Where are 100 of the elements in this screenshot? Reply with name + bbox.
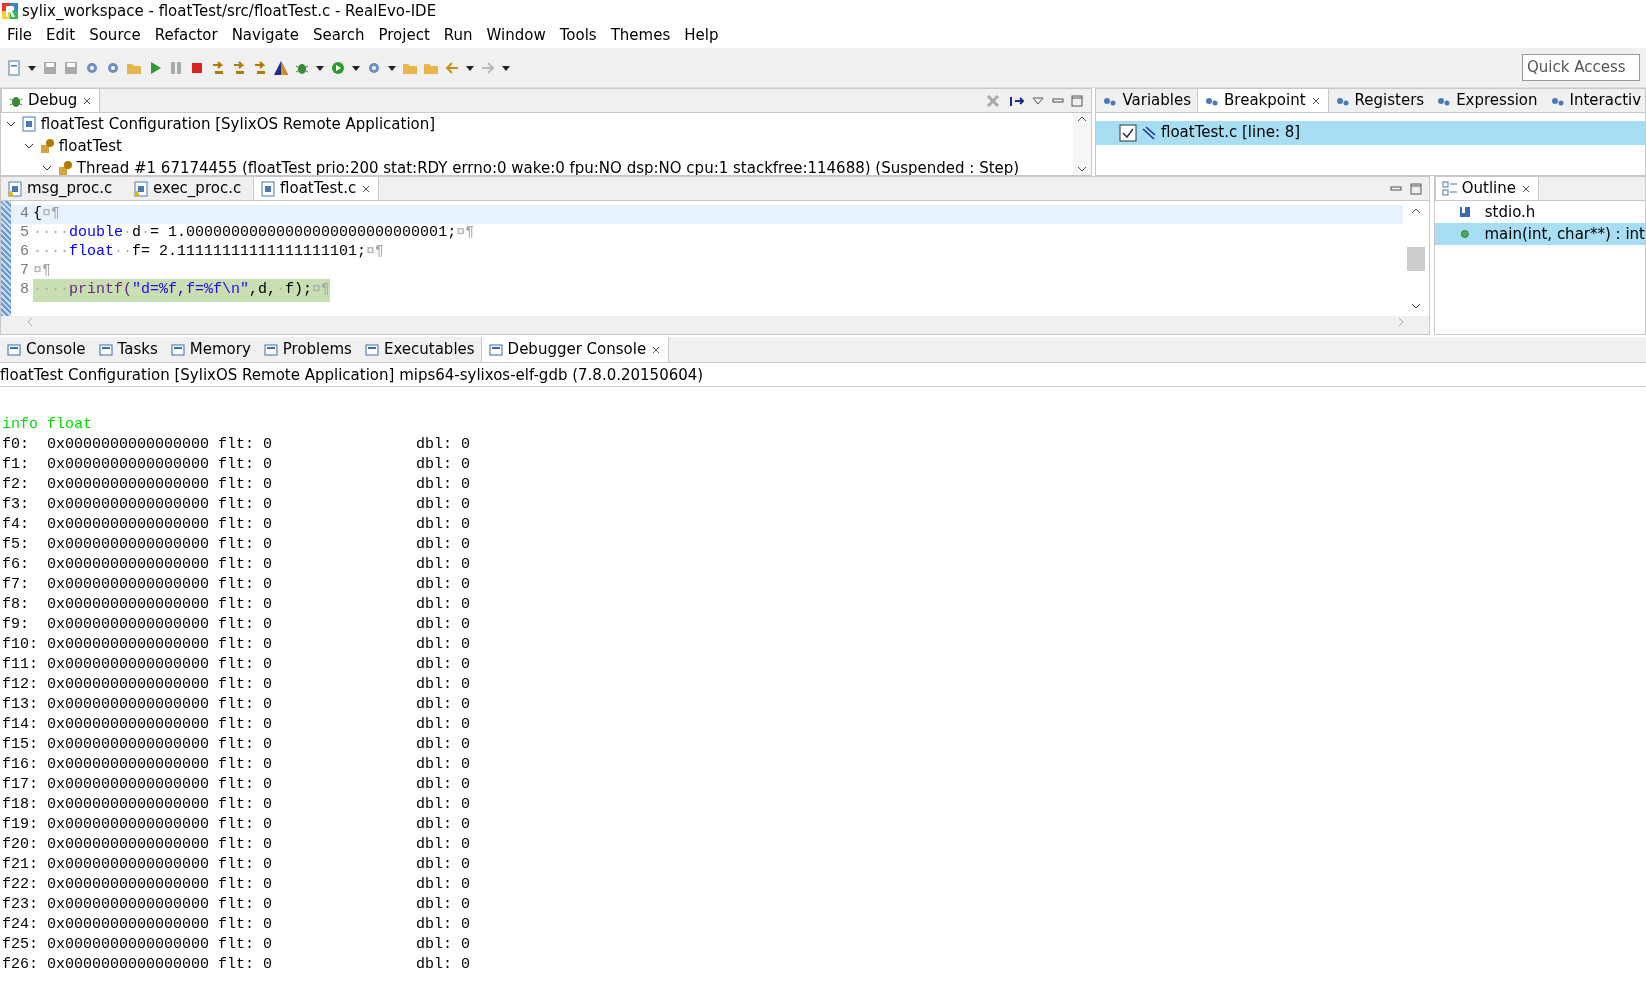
editor-tab[interactable]: msg_proc.c bbox=[1, 177, 127, 200]
console-tab[interactable]: Problems bbox=[256, 337, 358, 362]
menu-item[interactable]: File bbox=[0, 23, 40, 47]
console-line: f0: 0x0000000000000000 flt: 0 dbl: 0 bbox=[2, 435, 472, 455]
console-line: f8: 0x0000000000000000 flt: 0 dbl: 0 bbox=[2, 595, 472, 615]
console-line: f22: 0x0000000000000000 flt: 0 dbl: 0 bbox=[2, 875, 472, 895]
console-line: f14: 0x0000000000000000 flt: 0 dbl: 0 bbox=[2, 715, 472, 735]
config-icon bbox=[20, 116, 37, 132]
console-line: f12: 0x0000000000000000 flt: 0 dbl: 0 bbox=[2, 675, 472, 695]
code-line: ¤¶ bbox=[33, 261, 51, 281]
view-menu-icon[interactable] bbox=[1032, 95, 1045, 106]
menu-item[interactable]: Source bbox=[82, 23, 148, 47]
console-line: f9: 0x0000000000000000 flt: 0 dbl: 0 bbox=[2, 615, 472, 635]
app-logo-icon bbox=[2, 3, 18, 19]
console-line: f1: 0x0000000000000000 flt: 0 dbl: 0 bbox=[2, 455, 472, 475]
line-number: 6 bbox=[19, 242, 30, 262]
view-icon bbox=[363, 341, 380, 358]
c-file-icon bbox=[133, 180, 149, 197]
console-line: f16: 0x0000000000000000 flt: 0 dbl: 0 bbox=[2, 755, 472, 775]
menu-item[interactable]: Search bbox=[305, 23, 372, 47]
console-command: info float bbox=[2, 415, 93, 435]
console-line: f5: 0x0000000000000000 flt: 0 dbl: 0 bbox=[2, 535, 472, 555]
process-icon bbox=[38, 138, 55, 154]
line-number: 7 bbox=[19, 261, 30, 281]
line-number: 8 bbox=[19, 280, 30, 300]
menu-item[interactable]: Navigate bbox=[224, 23, 306, 47]
window-title: sylix_workspace - floatTest/src/floatTest.c - RealEvo-IDE bbox=[22, 3, 437, 19]
menu-item[interactable]: Refactor bbox=[147, 23, 225, 47]
view-tab[interactable]: Expression bbox=[1430, 89, 1544, 112]
debug-tab[interactable]: Debug bbox=[1, 89, 101, 112]
console-line: f7: 0x0000000000000000 flt: 0 dbl: 0 bbox=[2, 575, 472, 595]
maximize-icon[interactable] bbox=[1071, 94, 1084, 107]
console-tab[interactable]: Console bbox=[0, 337, 92, 362]
view-tab[interactable]: Variables bbox=[1096, 89, 1198, 112]
menu-item[interactable]: Run bbox=[436, 23, 480, 47]
line-number: 4 bbox=[19, 204, 30, 224]
view-icon bbox=[97, 341, 114, 358]
outline-item[interactable]: stdio.h bbox=[1484, 200, 1536, 224]
console-line: f13: 0x0000000000000000 flt: 0 dbl: 0 bbox=[2, 695, 472, 715]
console-line: f18: 0x0000000000000000 flt: 0 dbl: 0 bbox=[2, 795, 472, 815]
console-line: f19: 0x0000000000000000 flt: 0 dbl: 0 bbox=[2, 815, 472, 835]
console-line: f23: 0x0000000000000000 flt: 0 dbl: 0 bbox=[2, 895, 472, 915]
view-icon bbox=[262, 341, 279, 358]
console-line: f25: 0x0000000000000000 flt: 0 dbl: 0 bbox=[2, 935, 472, 955]
new-file-icon[interactable] bbox=[6, 59, 22, 76]
view-tab[interactable]: Registers bbox=[1328, 89, 1431, 112]
console-line: f10: 0x0000000000000000 flt: 0 dbl: 0 bbox=[2, 635, 472, 655]
console-header: floatTest Configuration [SylixOS Remote Application] mips64-sylixos-elf-gdb (7.8.0.20150604) bbox=[0, 363, 1646, 387]
console-line: f15: 0x0000000000000000 flt: 0 dbl: 0 bbox=[2, 735, 472, 755]
maximize-icon[interactable] bbox=[1409, 182, 1422, 195]
menu-item[interactable]: Tools bbox=[552, 23, 604, 47]
menu-item[interactable]: Edit bbox=[39, 23, 83, 47]
filter-icon[interactable] bbox=[273, 59, 289, 76]
menu-item[interactable]: Window bbox=[479, 23, 553, 47]
quick-access-field[interactable]: Quick Access bbox=[1522, 54, 1640, 81]
step-over-icon[interactable] bbox=[231, 59, 247, 76]
thread-icon bbox=[56, 160, 73, 175]
line-number: 5 bbox=[19, 223, 30, 243]
tree-item[interactable]: Thread #1 67174455 (floatTest prio:200 stat:RDY errno:0 wake:0 fpu:NO dsp:NO cpu:1 stackfree:114688) (Suspended : Step) bbox=[76, 156, 1020, 175]
view-icon bbox=[6, 341, 22, 358]
run-icon[interactable] bbox=[330, 59, 346, 76]
console-line: f21: 0x0000000000000000 flt: 0 dbl: 0 bbox=[2, 855, 472, 875]
console-line: f26: 0x0000000000000000 flt: 0 dbl: 0 bbox=[2, 955, 472, 975]
back-icon[interactable] bbox=[444, 59, 460, 76]
console-line: f11: 0x0000000000000000 flt: 0 dbl: 0 bbox=[2, 655, 472, 675]
console-tab[interactable]: Debugger Console bbox=[480, 337, 670, 362]
console-tab[interactable]: Executables bbox=[357, 337, 481, 362]
step-return-icon[interactable] bbox=[252, 59, 268, 76]
console-line: f3: 0x0000000000000000 flt: 0 dbl: 0 bbox=[2, 495, 472, 515]
checkbox[interactable] bbox=[1119, 123, 1137, 142]
menu-item[interactable]: Themes bbox=[603, 23, 678, 47]
code-line: ····double·d·= 1.00000000000000000000000000001;¤¶ bbox=[33, 223, 475, 243]
code-line: {¤¶ bbox=[33, 204, 61, 224]
menu-item[interactable]: Help bbox=[677, 23, 726, 47]
code-line: ····float··f= 2.11111111111111111101;¤¶ bbox=[33, 242, 385, 262]
save-icon[interactable] bbox=[42, 59, 58, 76]
view-tab[interactable]: Breakpoint bbox=[1197, 89, 1329, 112]
console-tab[interactable]: Tasks bbox=[91, 337, 164, 362]
editor-tab[interactable]: floatTest.c bbox=[253, 177, 380, 200]
view-tab[interactable]: Interactiv bbox=[1543, 89, 1645, 112]
console-line: f17: 0x0000000000000000 flt: 0 dbl: 0 bbox=[2, 775, 472, 795]
outline-tab[interactable]: Outline bbox=[1434, 177, 1539, 200]
console-line: f2: 0x0000000000000000 flt: 0 dbl: 0 bbox=[2, 475, 472, 495]
menu-item[interactable]: Project bbox=[371, 23, 437, 47]
breakpoint-icon bbox=[1141, 124, 1157, 141]
outline-icon bbox=[1441, 180, 1458, 197]
save-all-icon[interactable] bbox=[63, 59, 79, 76]
console-line: f6: 0x0000000000000000 flt: 0 dbl: 0 bbox=[2, 555, 472, 575]
remove-all-icon[interactable] bbox=[985, 92, 1002, 109]
c-file-icon bbox=[260, 180, 276, 197]
tree-item[interactable]: floatTest bbox=[58, 134, 122, 158]
scrollbar-thumb[interactable] bbox=[1407, 246, 1425, 271]
tree-item[interactable]: floatTest Configuration [SylixOS Remote Application] bbox=[40, 113, 436, 136]
editor-tab[interactable]: exec_proc.c bbox=[127, 177, 253, 200]
console-line: f24: 0x0000000000000000 flt: 0 dbl: 0 bbox=[2, 915, 472, 935]
view-icon bbox=[487, 341, 504, 358]
view-icon bbox=[169, 341, 186, 358]
suspend-icon[interactable] bbox=[168, 59, 184, 76]
console-tab[interactable]: Memory bbox=[163, 337, 257, 362]
step-into-icon[interactable] bbox=[210, 59, 226, 76]
